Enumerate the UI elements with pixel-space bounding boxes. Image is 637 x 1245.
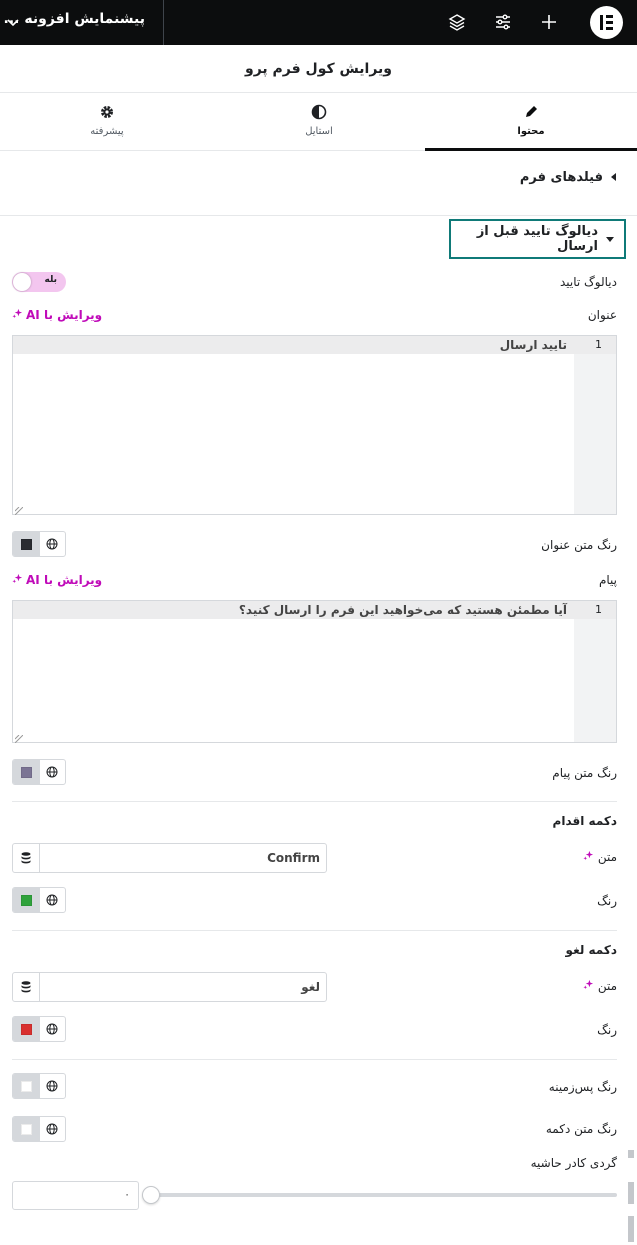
action-text-label: متن: [597, 850, 617, 864]
globe-icon[interactable]: [39, 532, 65, 556]
action-text-label-row: متن: [583, 850, 617, 864]
cancel-text-input[interactable]: لغو: [12, 972, 327, 1002]
button-text-color-picker[interactable]: [12, 1116, 66, 1142]
border-radius-value: ۰: [124, 1188, 130, 1201]
globe-icon[interactable]: [39, 1017, 65, 1041]
database-icon[interactable]: [13, 844, 40, 872]
caret-left-icon: [611, 170, 617, 185]
elementor-logo-icon[interactable]: [590, 6, 623, 39]
tab-content[interactable]: محتوا: [425, 93, 637, 151]
divider: [12, 801, 617, 802]
sparkle-icon: [12, 308, 23, 322]
panel-tabs: محتوا استایل پیشرفته: [0, 93, 637, 151]
action-color-picker[interactable]: [12, 887, 66, 913]
title-field-label: عنوان: [587, 308, 617, 322]
tab-content-label: محتوا: [517, 126, 545, 137]
tab-advanced-label: پیشرفته: [90, 126, 124, 137]
resize-handle-icon[interactable]: [14, 732, 24, 744]
title-code-editor[interactable]: 1 تایید ارسال: [12, 335, 617, 516]
globe-icon[interactable]: [39, 1117, 65, 1141]
confirm-dialog-toggle[interactable]: بله: [12, 272, 66, 292]
title-editor-text: تایید ارسال: [499, 338, 567, 352]
color-swatch[interactable]: [21, 538, 32, 550]
border-radius-input[interactable]: ۰: [12, 1181, 139, 1210]
section-form-fields-label: فیلدهای فرم: [519, 170, 603, 185]
scrollbar-thumb[interactable]: [628, 1216, 634, 1242]
action-text-value: Confirm: [267, 851, 320, 865]
action-text-input[interactable]: Confirm: [12, 843, 327, 873]
document-title[interactable]: پیشنمایش افزونه ...: [4, 11, 145, 27]
title-ai-edit-link[interactable]: ویرایش با AI: [12, 308, 102, 322]
tab-advanced[interactable]: پیشرفته: [1, 93, 213, 151]
gear-icon: [99, 104, 115, 120]
pencil-icon: [523, 104, 539, 120]
globe-icon[interactable]: [39, 1074, 65, 1098]
scrollbar-mark: [628, 1150, 634, 1158]
action-button-heading: دکمه اقدام: [552, 814, 617, 828]
toggle-value: بله: [44, 275, 57, 285]
sparkle-icon: [12, 573, 23, 587]
tab-style[interactable]: استایل: [213, 93, 425, 151]
section-form-fields[interactable]: فیلدهای فرم: [520, 170, 617, 185]
cancel-text-label: متن: [597, 979, 617, 993]
color-swatch[interactable]: [21, 1080, 32, 1092]
toggle-knob: [13, 273, 31, 291]
chevron-down-icon[interactable]: [3, 12, 23, 32]
color-swatch[interactable]: [21, 1123, 32, 1135]
color-swatch[interactable]: [21, 766, 32, 778]
background-color-picker[interactable]: [12, 1073, 66, 1099]
cancel-color-label: رنگ: [597, 1023, 617, 1037]
database-icon[interactable]: [13, 973, 40, 1001]
message-editor-gutter: [574, 601, 616, 742]
tab-style-label: استایل: [305, 126, 333, 137]
title-color-label: رنگ متن عنوان: [541, 538, 617, 552]
section-confirm-dialog[interactable]: دیالوگ تایید قبل از ارسال: [449, 219, 626, 259]
top-bar: پیشنمایش افزونه ...: [0, 0, 637, 45]
divider: [12, 1059, 617, 1060]
message-field-label: پیام: [598, 573, 617, 587]
message-color-picker[interactable]: [12, 759, 66, 785]
button-text-color-label: رنگ متن دکمه: [545, 1122, 617, 1136]
title-editor-gutter: [574, 336, 616, 514]
color-swatch[interactable]: [21, 894, 32, 906]
background-color-label: رنگ پس‌زمینه: [548, 1080, 617, 1094]
border-radius-label: گردی کادر حاشیه: [530, 1156, 617, 1170]
layers-icon[interactable]: [446, 11, 468, 33]
action-color-label: رنگ: [597, 894, 617, 908]
section-divider: [0, 215, 637, 216]
title-color-picker[interactable]: [12, 531, 66, 557]
globe-icon[interactable]: [39, 888, 65, 912]
cancel-color-picker[interactable]: [12, 1016, 66, 1042]
resize-handle-icon[interactable]: [14, 504, 24, 516]
cancel-button-heading: دکمه لغو: [565, 943, 617, 957]
cancel-text-value: لغو: [301, 980, 320, 994]
panel-title: ویرایش کول فرم پرو: [0, 45, 637, 93]
border-radius-slider-track[interactable]: [150, 1193, 617, 1197]
message-ai-edit-label: ویرایش با AI: [26, 573, 103, 587]
message-code-editor[interactable]: 1 آیا مطمئن هستید که می‌خواهید این فرم ر…: [12, 600, 617, 744]
half-circle-icon: [311, 104, 327, 120]
caret-down-icon: [606, 232, 614, 247]
plus-icon[interactable]: [538, 11, 560, 33]
globe-icon[interactable]: [39, 760, 65, 784]
message-color-label: رنگ متن پیام: [552, 766, 617, 780]
divider: [12, 930, 617, 931]
line-number: 1: [595, 338, 602, 351]
topbar-divider: [163, 0, 164, 45]
message-editor-text: آیا مطمئن هستید که می‌خواهید این فرم را …: [238, 603, 567, 617]
section-confirm-dialog-label: دیالوگ تایید قبل از ارسال: [476, 224, 598, 254]
border-radius-slider-handle[interactable]: [142, 1186, 160, 1204]
message-ai-edit-link[interactable]: ویرایش با AI: [12, 573, 102, 587]
sliders-icon[interactable]: [492, 11, 514, 33]
color-swatch[interactable]: [21, 1023, 32, 1035]
sparkle-icon[interactable]: [583, 850, 594, 864]
line-number: 1: [595, 603, 602, 616]
title-ai-edit-label: ویرایش با AI: [26, 308, 103, 322]
cancel-text-label-row: متن: [583, 979, 617, 993]
scrollbar-mark: [628, 1182, 634, 1204]
sparkle-icon[interactable]: [583, 979, 594, 993]
confirm-dialog-label: دیالوگ تایید: [559, 275, 617, 289]
